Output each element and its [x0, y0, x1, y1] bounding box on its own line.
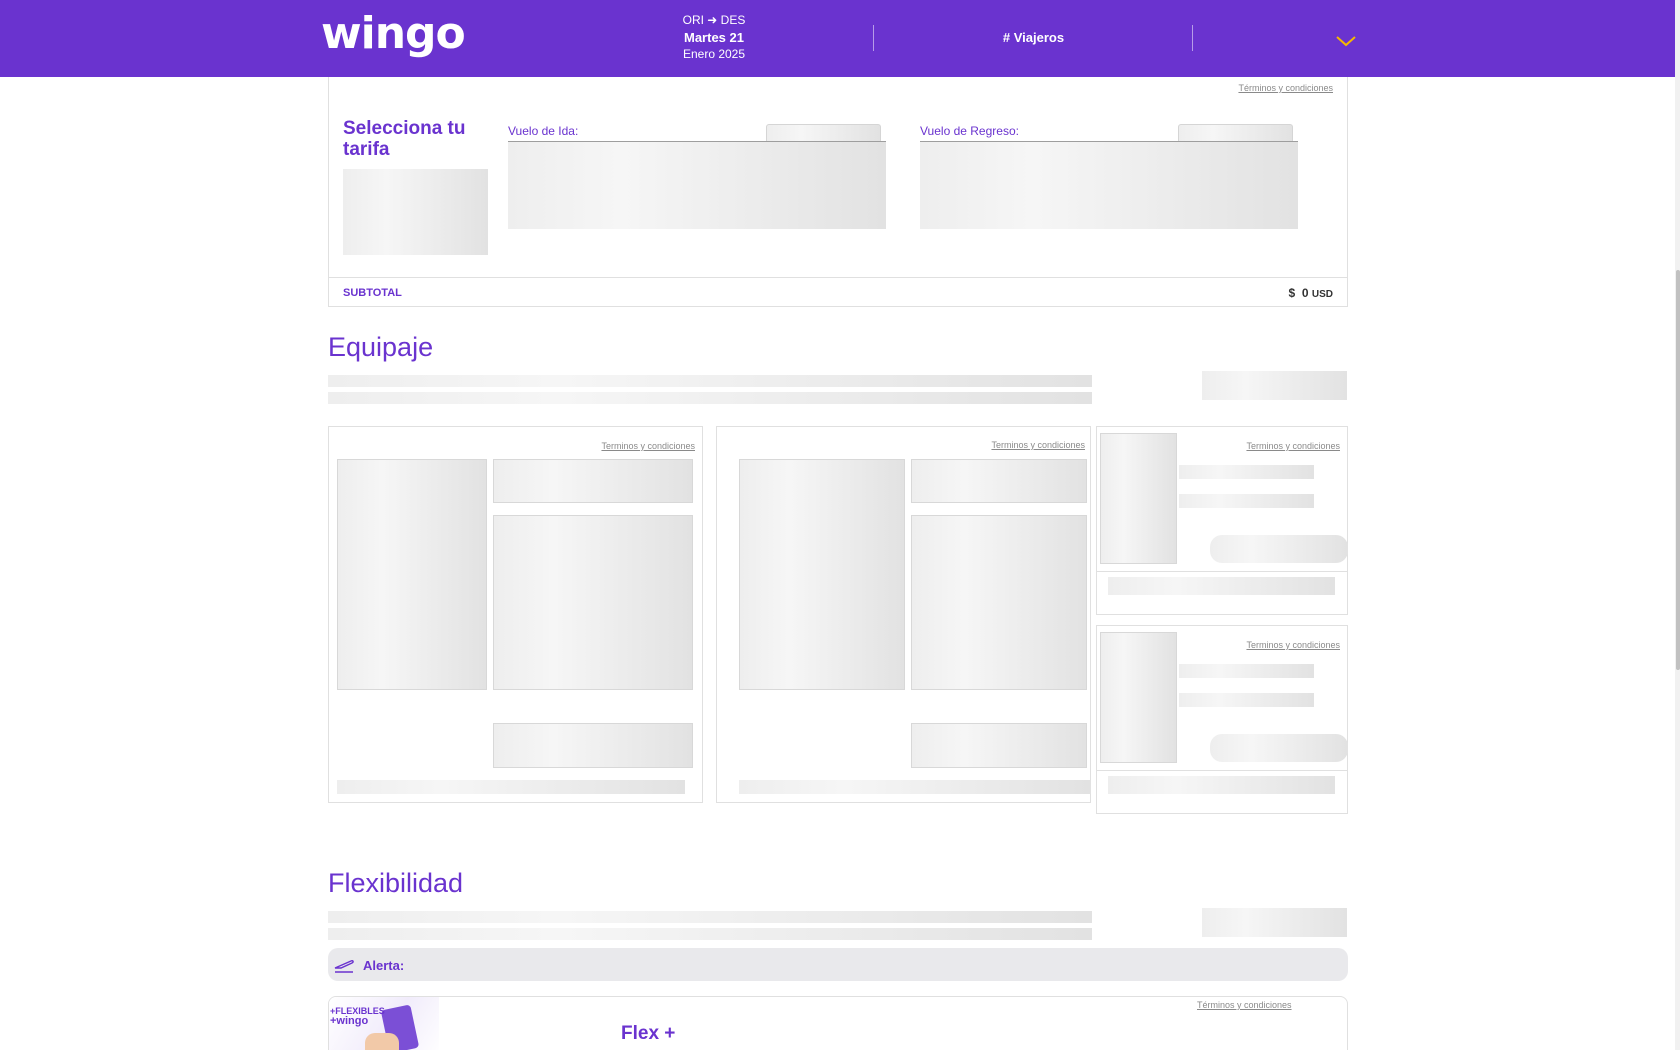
addon-image-placeholder: [1100, 632, 1177, 763]
alert-label: Alerta:: [363, 958, 405, 973]
addon-text-placeholder: [1179, 664, 1314, 678]
route-summary[interactable]: ORI ➜ DES Martes 21 Enero 2025: [650, 12, 778, 63]
plane-takeoff-icon: [334, 960, 354, 973]
addon-footer-placeholder: [1108, 577, 1335, 595]
addon-text-placeholder: [1179, 465, 1314, 479]
fare-selection-card: Términos y condiciones Selecciona tu tar…: [328, 77, 1348, 307]
header-divider: [1192, 25, 1193, 51]
addon-divider: [1097, 571, 1347, 572]
flex-promo-image: +FLEXIBLES +wingo: [329, 997, 439, 1050]
travel-date-day: Martes 21: [684, 30, 744, 45]
addon-divider: [1097, 770, 1347, 771]
fare-placeholder: [343, 169, 488, 255]
fare-title: Selecciona tu tarifa: [343, 118, 466, 160]
chevron-down-icon[interactable]: [1334, 33, 1358, 49]
terms-link[interactable]: Terminos y condiciones: [1246, 640, 1340, 650]
terms-link[interactable]: Terminos y condiciones: [1246, 441, 1340, 451]
alert-banner: Alerta:: [328, 948, 1348, 981]
subtotal-currency-symbol: $: [1288, 286, 1296, 300]
baggage-action-placeholder: [1202, 371, 1347, 400]
baggage-description-placeholder: [328, 392, 1092, 404]
subtotal-row: SUBTOTAL $ 0 USD: [329, 277, 1347, 306]
baggage-image-placeholder: [337, 459, 487, 690]
subtotal-amount: 0: [1301, 286, 1309, 300]
flexibility-description-placeholder: [328, 928, 1092, 940]
flexibility-action-placeholder: [1202, 908, 1347, 937]
subtotal-currency: USD: [1311, 289, 1333, 300]
baggage-title-placeholder: [493, 459, 693, 503]
promo-line-2: +wingo: [330, 1015, 369, 1027]
subtotal-value: $ 0 USD: [1288, 286, 1333, 300]
addon-text-placeholder: [1179, 494, 1314, 508]
baggage-details-placeholder: [493, 515, 693, 690]
baggage-button-placeholder[interactable]: [911, 723, 1087, 768]
top-header: wingo ORI ➜ DES Martes 21 Enero 2025 # V…: [0, 0, 1675, 77]
baggage-section-title: Equipaje: [328, 332, 434, 362]
baggage-footer-placeholder: [739, 780, 1091, 794]
wingo-logo[interactable]: wingo: [321, 8, 466, 59]
terms-link[interactable]: Términos y condiciones: [1238, 83, 1333, 93]
promo-badge: +FLEXIBLES +wingo: [330, 1006, 385, 1027]
return-tab-placeholder: [1178, 124, 1293, 141]
addon-button-placeholder[interactable]: [1210, 535, 1348, 563]
travelers-selector[interactable]: # Viajeros: [960, 30, 1107, 45]
outbound-flight-label: Vuelo de Ida:: [508, 124, 579, 138]
outbound-flight-placeholder: [508, 142, 886, 229]
travel-date-month: Enero 2025: [682, 47, 746, 61]
baggage-description-placeholder: [328, 375, 1092, 387]
baggage-addon-card: Terminos y condiciones: [1096, 426, 1348, 615]
flex-plus-title: Flex +: [621, 1023, 676, 1044]
return-flight-label: Vuelo de Regreso:: [920, 124, 1019, 138]
terms-link[interactable]: Terminos y condiciones: [601, 441, 695, 451]
baggage-image-placeholder: [739, 459, 905, 690]
hand-illustration: [365, 1033, 399, 1050]
subtotal-label: SUBTOTAL: [343, 287, 402, 299]
addon-button-placeholder[interactable]: [1210, 734, 1348, 762]
scrollbar-thumb[interactable]: [1676, 270, 1680, 670]
addon-image-placeholder: [1100, 433, 1177, 564]
return-flight-placeholder: [920, 142, 1298, 229]
baggage-footer-placeholder: [337, 780, 685, 794]
addon-footer-placeholder: [1108, 776, 1335, 794]
header-divider: [873, 25, 874, 51]
baggage-addon-card: Terminos y condiciones: [1096, 625, 1348, 814]
baggage-title-placeholder: [911, 459, 1087, 503]
route-text: ORI ➜ DES: [682, 13, 746, 27]
terms-link[interactable]: Terminos y condiciones: [991, 440, 1085, 450]
baggage-button-placeholder[interactable]: [493, 723, 693, 768]
flexibility-section-title: Flexibilidad: [328, 868, 464, 898]
addon-text-placeholder: [1179, 693, 1314, 707]
baggage-card: Terminos y condiciones: [716, 426, 1091, 803]
flexibility-description-placeholder: [328, 911, 1092, 923]
outbound-tab-placeholder: [766, 124, 881, 141]
terms-link[interactable]: Términos y condiciones: [1197, 1000, 1292, 1010]
baggage-card: Terminos y condiciones: [328, 426, 703, 803]
baggage-details-placeholder: [911, 515, 1087, 690]
flex-plus-card: +FLEXIBLES +wingo Términos y condiciones…: [328, 996, 1348, 1050]
